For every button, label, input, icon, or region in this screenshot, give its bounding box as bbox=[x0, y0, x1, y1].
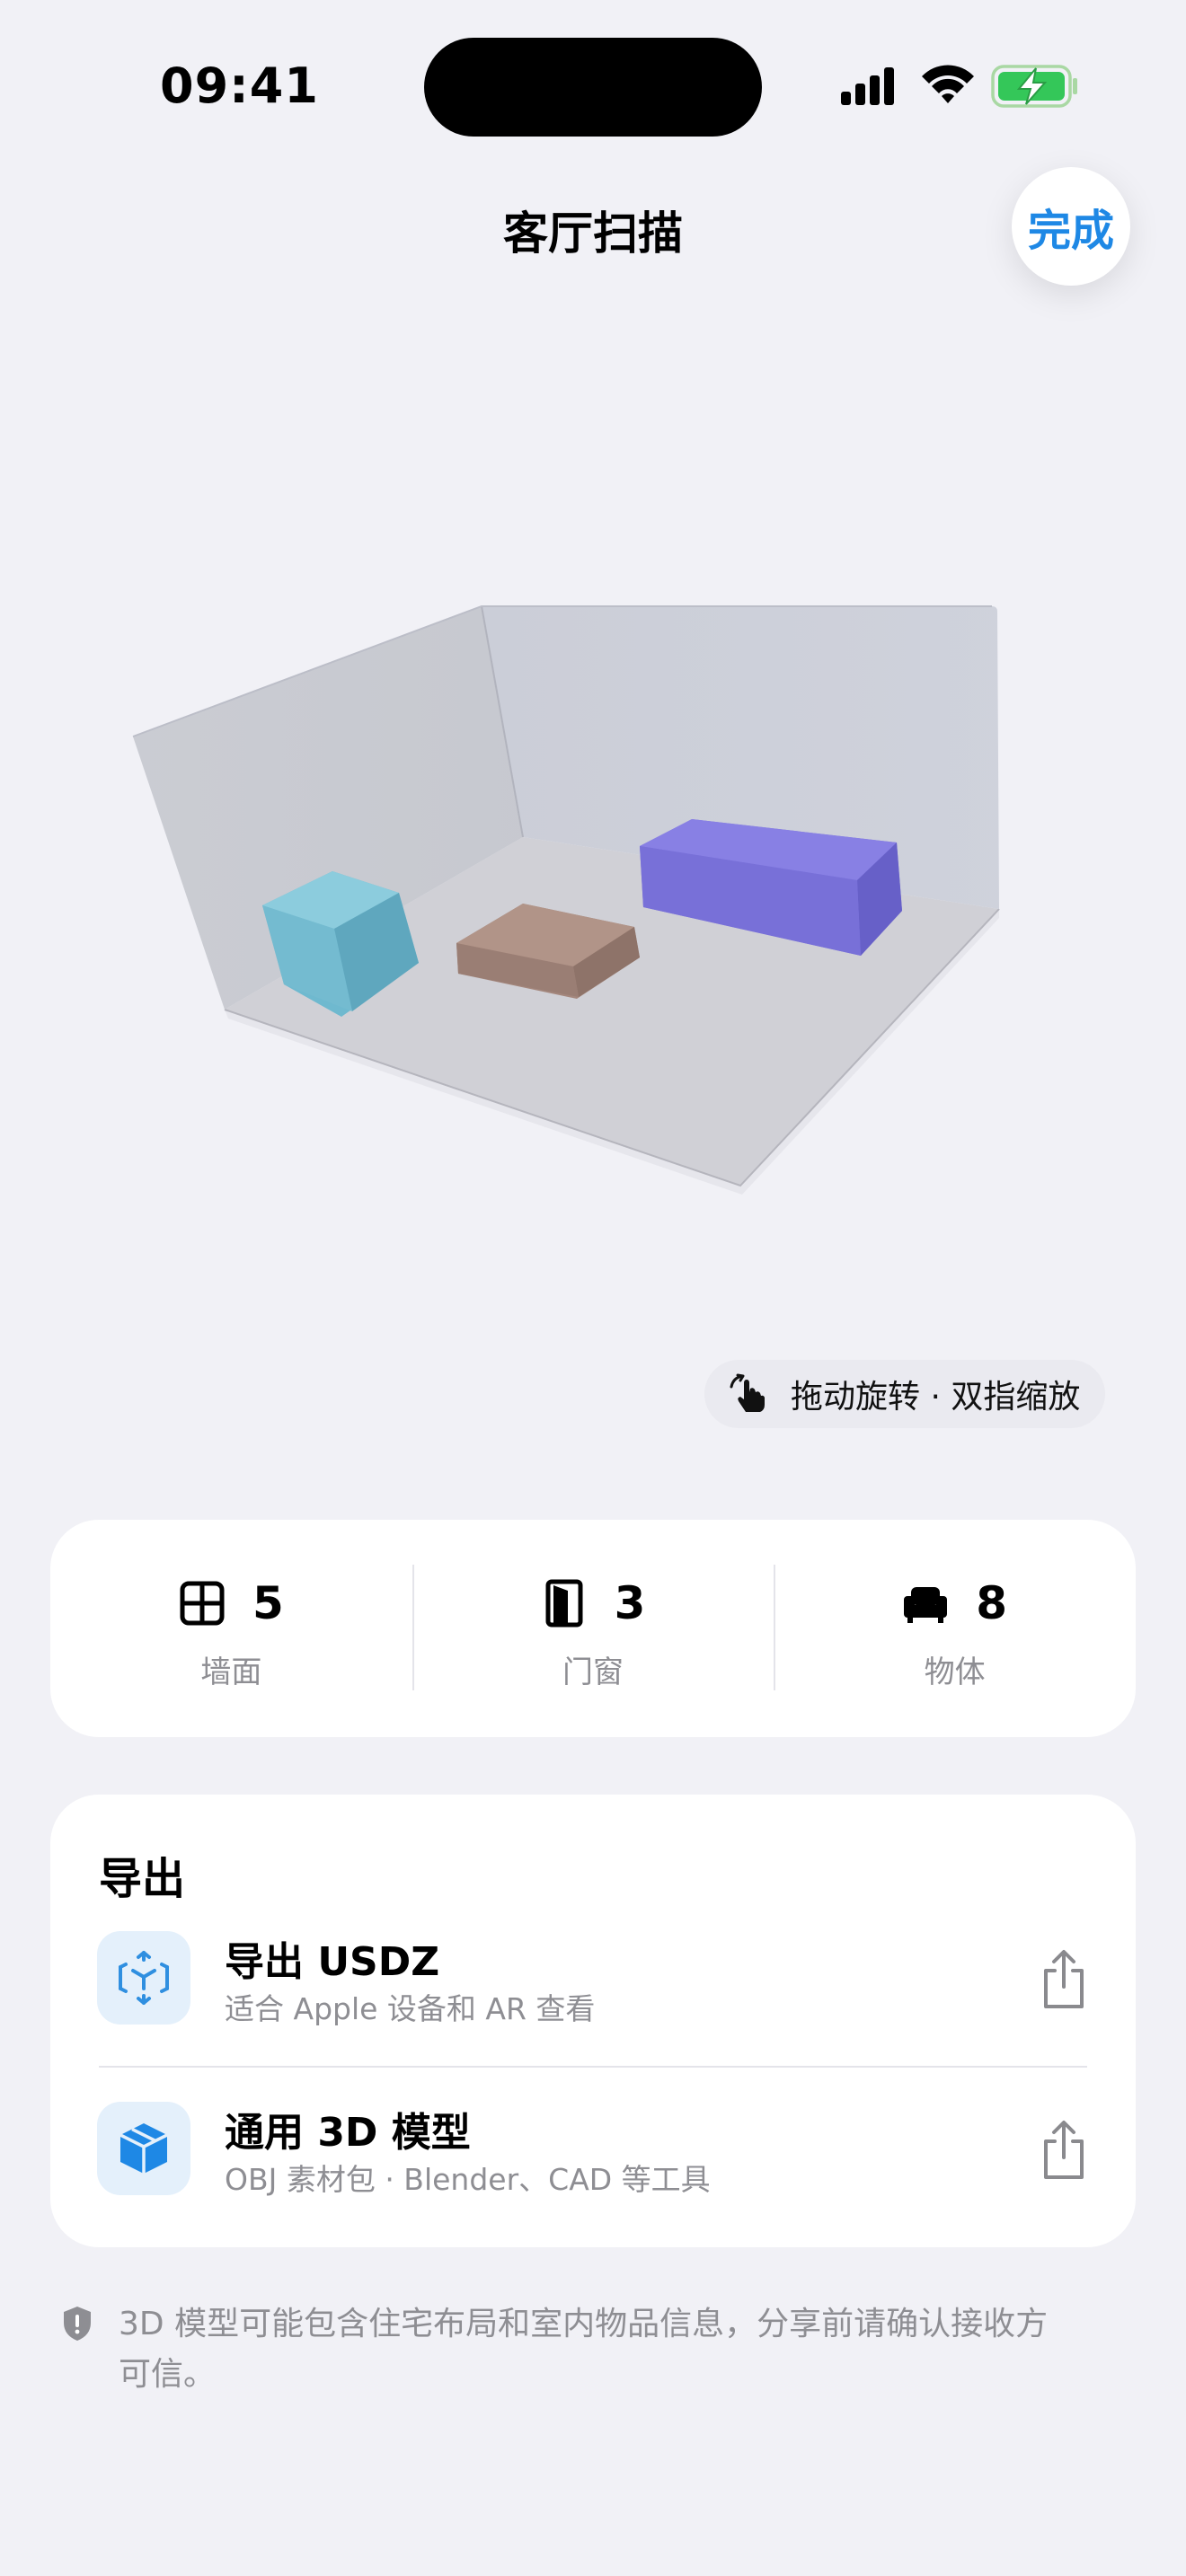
privacy-note: 3D 模型可能包含住宅布局和室内物品信息，分享前请确认接收方可信。 bbox=[61, 2299, 1049, 2400]
status-time: 09:41 bbox=[160, 57, 319, 114]
armchair-icon bbox=[904, 1587, 948, 1623]
gesture-hint: 拖动旋转 · 双指缩放 bbox=[704, 1360, 1105, 1428]
export-3d-model-title: 通用 3D 模型 bbox=[225, 2110, 471, 2156]
grid-icon bbox=[180, 1581, 225, 1626]
export-3d-model-subtitle: OBJ 素材包 · Blender、CAD 等工具 bbox=[225, 2162, 711, 2197]
gesture-hint-label: 拖动旋转 · 双指缩放 bbox=[791, 1379, 1081, 1416]
export-usdz-subtitle: 适合 Apple 设备和 AR 查看 bbox=[225, 1991, 596, 2026]
stat-walls-label: 墙面 bbox=[200, 1654, 262, 1690]
room-3d-viewer[interactable] bbox=[0, 539, 1186, 1222]
stat-walls: 5 墙面 bbox=[50, 1520, 412, 1737]
ar-cube-icon bbox=[97, 1931, 190, 2025]
door-icon bbox=[545, 1579, 583, 1628]
export-usdz-row[interactable]: 导出 USDZ 适合 Apple 设备和 AR 查看 bbox=[50, 1911, 1136, 2055]
export-section-title: 导出 bbox=[99, 1854, 186, 1904]
status-icons bbox=[841, 65, 1077, 108]
stat-objects: 8 物体 bbox=[774, 1520, 1136, 1737]
cellular-signal-icon bbox=[841, 67, 894, 105]
hand-drag-icon bbox=[730, 1373, 765, 1412]
privacy-note-text: 3D 模型可能包含住宅布局和室内物品信息，分享前请确认接收方可信。 bbox=[119, 2306, 1049, 2393]
row-divider bbox=[99, 2066, 1087, 2068]
stat-openings-value: 3 bbox=[614, 1577, 646, 1629]
cube-icon bbox=[97, 2102, 190, 2195]
stat-objects-value: 8 bbox=[976, 1577, 1008, 1629]
stat-objects-label: 物体 bbox=[924, 1654, 986, 1690]
scan-stats-card: 5 墙面 3 门窗 8 物体 bbox=[50, 1520, 1136, 1737]
done-button[interactable]: 完成 bbox=[1012, 167, 1130, 286]
stat-openings-label: 门窗 bbox=[562, 1654, 624, 1690]
export-3d-model-row[interactable]: 通用 3D 模型 OBJ 素材包 · Blender、CAD 等工具 bbox=[50, 2082, 1136, 2226]
stat-walls-value: 5 bbox=[252, 1577, 284, 1629]
page-title: 客厅扫描 bbox=[503, 207, 683, 260]
battery-charging-icon bbox=[991, 65, 1077, 108]
shield-icon bbox=[64, 2307, 91, 2341]
export-usdz-title: 导出 USDZ bbox=[225, 1939, 440, 1985]
dynamic-island bbox=[424, 38, 762, 137]
wifi-icon bbox=[922, 65, 974, 103]
export-card: 导出 导出 USDZ 适合 Apple 设备和 AR 查看 通用 3D 模型 O… bbox=[50, 1795, 1136, 2247]
share-icon[interactable] bbox=[1037, 2118, 1091, 2183]
status-bar: 09:41 bbox=[0, 0, 1186, 171]
stat-openings: 3 门窗 bbox=[412, 1520, 774, 1737]
share-icon[interactable] bbox=[1037, 1947, 1091, 2012]
